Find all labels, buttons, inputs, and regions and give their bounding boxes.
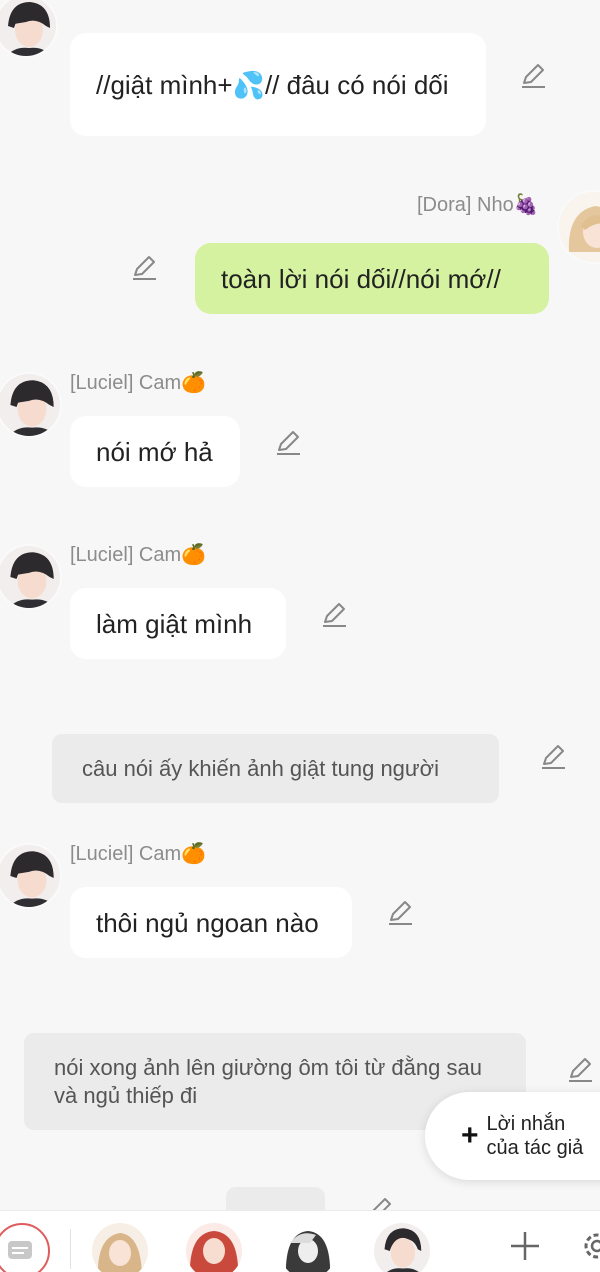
sender-name: [Luciel] Cam🍊 [70, 544, 207, 566]
avatar-luciel[interactable] [0, 544, 62, 610]
avatar-luciel[interactable] [0, 843, 62, 909]
message-bubble[interactable]: thôi ngủ ngoan nào [70, 887, 352, 958]
character-avatar-dora[interactable] [92, 1223, 148, 1272]
chat-screen: //giật mình+💦// đâu có nói dối [Dora] Nh… [0, 0, 600, 1272]
edit-pencil-icon[interactable] [566, 1056, 594, 1084]
edit-pencil-icon[interactable] [274, 429, 302, 457]
message-bubble[interactable]: //giật mình+💦// đâu có nói dối [70, 33, 486, 136]
sender-name: [Dora] Nho🍇 [417, 194, 539, 216]
avatar-luciel[interactable] [0, 0, 58, 58]
message-text: làm giật mình [96, 608, 253, 639]
character-avatar-luciel[interactable] [374, 1223, 430, 1272]
edit-pencil-icon[interactable] [519, 62, 547, 90]
edit-pencil-icon[interactable] [386, 899, 414, 927]
character-avatar-red[interactable] [186, 1223, 242, 1272]
edit-pencil-icon[interactable] [130, 254, 158, 282]
sender-name: [Luciel] Cam🍊 [70, 372, 207, 394]
narration-bubble[interactable]: câu nói ấy khiến ảnh giật tung người [52, 734, 499, 803]
avatar-dora[interactable] [557, 190, 600, 264]
author-note-button[interactable]: + Lời nhắn của tác giả [425, 1092, 600, 1180]
my-message-bubble[interactable]: toàn lời nói dối//nói mớ// [195, 243, 549, 314]
character-bar [0, 1210, 600, 1272]
message-bubble[interactable]: làm giật mình [70, 588, 286, 659]
settings-gear-icon[interactable] [580, 1229, 600, 1263]
message-text: nói mớ hả [96, 436, 213, 467]
edit-pencil-icon[interactable] [539, 743, 567, 771]
edit-pencil-icon[interactable] [320, 601, 348, 629]
plus-icon: + [461, 1119, 479, 1152]
author-note-label: Lời nhắn của tác giả [486, 1113, 584, 1159]
sender-name: [Luciel] Cam🍊 [70, 843, 207, 865]
message-text: //giật mình+💦// đâu có nói dối [96, 69, 449, 100]
message-text: toàn lời nói dối//nói mớ// [221, 263, 501, 294]
narration-text: nói xong ảnh lên giường ôm tôi từ đằng s… [54, 1054, 482, 1108]
message-bubble[interactable]: nói mớ hả [70, 416, 240, 487]
avatar-luciel[interactable] [0, 372, 62, 438]
chat-list-button[interactable] [0, 1223, 50, 1272]
character-avatar-bw[interactable] [280, 1223, 336, 1272]
divider [70, 1229, 71, 1269]
chat-list-icon [8, 1241, 32, 1259]
add-character-plus-icon[interactable] [508, 1229, 542, 1263]
narration-text: câu nói ấy khiến ảnh giật tung người [82, 755, 439, 781]
message-text: thôi ngủ ngoan nào [96, 907, 319, 938]
